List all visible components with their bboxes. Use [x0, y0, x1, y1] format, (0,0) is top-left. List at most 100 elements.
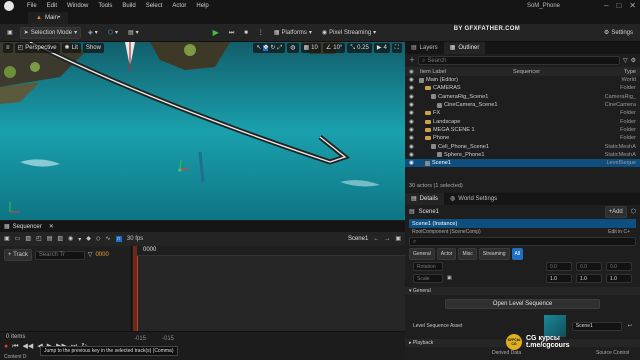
filter-misc[interactable]: Misc: [458, 248, 477, 260]
visibility-eye-icon[interactable]: ◉: [409, 85, 414, 91]
asset-dropdown[interactable]: Scene1: [571, 321, 622, 331]
outliner-row[interactable]: ◉ Scene1 LevelSeque: [405, 158, 640, 168]
close-icon[interactable]: ✕: [49, 224, 54, 230]
menu-window[interactable]: Window: [62, 3, 93, 9]
tab-main[interactable]: ▲ Main•: [28, 12, 69, 24]
cinematics-button[interactable]: ▤ ▾: [125, 27, 142, 39]
graph-icon[interactable]: ∿: [106, 236, 111, 242]
derived-data-button[interactable]: Derived Data: [492, 350, 521, 356]
scale-y[interactable]: 1.0: [576, 274, 602, 283]
range-start[interactable]: -015: [134, 336, 146, 342]
snap-grid-button[interactable]: ▦ 10: [300, 43, 321, 53]
pixel-streaming-button[interactable]: ◉ Pixel Streaming ▾: [319, 27, 379, 39]
outliner-row[interactable]: ◉ Sphere_Phone1 StaticMeshA: [405, 151, 640, 159]
add-component-button[interactable]: +Add: [604, 206, 627, 218]
outliner-row[interactable]: ◉ Phone Folder: [405, 134, 640, 142]
minimize-icon[interactable]: –: [604, 1, 608, 10]
visibility-eye-icon[interactable]: ◉: [409, 77, 414, 83]
lit-button[interactable]: ✺ Lit: [61, 43, 81, 53]
tab-outliner[interactable]: ▦ Outliner: [443, 42, 486, 54]
blueprint-icon[interactable]: ⬡: [631, 209, 636, 215]
section-general[interactable]: ▾ General: [405, 287, 640, 295]
outliner-row[interactable]: ◉ CineCamera_Scene1 CineCamera: [405, 101, 640, 109]
outliner-row[interactable]: ◉ Landscape Folder: [405, 117, 640, 125]
menu-help[interactable]: Help: [191, 3, 213, 9]
outliner-row[interactable]: ◉ CAMERAS Folder: [405, 84, 640, 92]
visibility-eye-icon[interactable]: ◉: [409, 135, 414, 141]
source-control-button[interactable]: Source Control: [596, 350, 629, 356]
tab-details[interactable]: ▤ Details: [405, 193, 445, 205]
maximize-viewport-button[interactable]: ⛶: [391, 43, 402, 53]
details-search-input[interactable]: ⌕: [409, 237, 636, 246]
play-options-button[interactable]: ⋮: [255, 27, 267, 39]
add-track-button[interactable]: + Track: [4, 249, 32, 261]
outliner-row[interactable]: ◉ FX Folder: [405, 109, 640, 117]
track-search-input[interactable]: Search Tr: [34, 250, 85, 260]
visibility-eye-icon[interactable]: ◉: [409, 94, 414, 100]
filter-all[interactable]: All: [511, 248, 524, 260]
filter-icon[interactable]: ▽: [88, 252, 93, 258]
menu-tools[interactable]: Tools: [93, 3, 117, 9]
scale-label[interactable]: Scale: [413, 274, 443, 283]
tab-layers[interactable]: ▤ Layers: [405, 42, 444, 54]
save-button[interactable]: ▣: [4, 27, 16, 39]
settings-icon[interactable]: ⚙: [631, 58, 636, 64]
outliner-row[interactable]: ◉ CameraRig_Scene1 CameraRig_: [405, 93, 640, 101]
outliner-row[interactable]: ◉ Cell_Phone_Scene1 StaticMeshA: [405, 142, 640, 150]
scale-z[interactable]: 1.0: [606, 274, 632, 283]
close-icon[interactable]: ✕: [629, 1, 636, 10]
current-time[interactable]: 0000: [95, 252, 108, 258]
play-button[interactable]: ▶: [210, 27, 222, 39]
sequencer-timeline[interactable]: 0000: [133, 246, 405, 331]
instance-row[interactable]: Scene1 (Instance): [409, 219, 636, 228]
add-icon[interactable]: ＋: [409, 58, 415, 64]
add-content-button[interactable]: ◈ ▾: [85, 27, 101, 39]
camera-speed-button[interactable]: ▶ 4: [373, 43, 390, 53]
render-icon[interactable]: ▨: [25, 236, 31, 242]
mode-dropdown[interactable]: ➤ Selection Mode ▾: [19, 26, 82, 39]
outliner-row[interactable]: ◉ Main (Editor) World: [405, 76, 640, 84]
menu-actor[interactable]: Actor: [167, 3, 191, 9]
unreal-logo-icon[interactable]: [4, 1, 14, 11]
back-icon[interactable]: ←: [373, 236, 379, 242]
rotation-x[interactable]: 0.0: [546, 262, 572, 271]
visibility-eye-icon[interactable]: ◉: [409, 127, 414, 133]
snap-scale-button[interactable]: ⤡ 0.25: [347, 43, 372, 53]
menu-file[interactable]: File: [22, 3, 42, 9]
stop-button[interactable]: ■: [241, 27, 251, 39]
record-icon[interactable]: ●: [4, 343, 8, 350]
viewport-options-button[interactable]: ≡: [3, 43, 13, 53]
outliner-search-input[interactable]: ⌕ Search: [418, 56, 620, 65]
blueprint-button[interactable]: ⬡ ▾: [105, 27, 121, 39]
forward-icon[interactable]: →: [384, 236, 390, 242]
show-button[interactable]: Show: [82, 43, 104, 53]
edit-in-cpp[interactable]: Edit in C+: [608, 229, 630, 235]
visibility-eye-icon[interactable]: ◉: [409, 144, 414, 150]
snap-angle-button[interactable]: ∠ 10°: [322, 43, 346, 53]
lock-icon[interactable]: ▣: [447, 276, 452, 281]
save-icon[interactable]: ▣: [4, 236, 10, 242]
column-item-label[interactable]: Item Label: [420, 69, 446, 75]
folder-icon[interactable]: ▭: [15, 236, 21, 242]
eye-icon[interactable]: ◉: [68, 236, 73, 242]
rotation-y[interactable]: 0.0: [576, 262, 602, 271]
fps-dropdown[interactable]: 30 fps: [127, 236, 143, 242]
menu-edit[interactable]: Edit: [42, 3, 62, 9]
rotation-label[interactable]: Rotation: [413, 262, 443, 271]
rotation-z[interactable]: 0.0: [606, 262, 632, 271]
film-icon[interactable]: ▤: [47, 236, 53, 242]
scale-x[interactable]: 1.0: [546, 274, 572, 283]
column-sequencer[interactable]: Sequencer: [513, 69, 540, 75]
visibility-eye-icon[interactable]: ◉: [409, 102, 414, 108]
maximize-icon[interactable]: □: [616, 1, 621, 10]
key-icon[interactable]: ◆: [86, 236, 91, 242]
visibility-eye-icon[interactable]: ◉: [409, 119, 414, 125]
transform-tools[interactable]: ↖ ✥ ↻ ⤢: [253, 43, 286, 53]
actor-name[interactable]: Scene1: [419, 209, 439, 215]
prev-key-icon[interactable]: ◀◀: [23, 343, 34, 350]
menu-select[interactable]: Select: [141, 3, 168, 9]
camera-icon[interactable]: ◰: [36, 236, 42, 242]
menu-build[interactable]: Build: [117, 3, 140, 9]
level-viewport[interactable]: [0, 42, 405, 220]
jump-start-icon[interactable]: ⏮: [12, 343, 18, 350]
